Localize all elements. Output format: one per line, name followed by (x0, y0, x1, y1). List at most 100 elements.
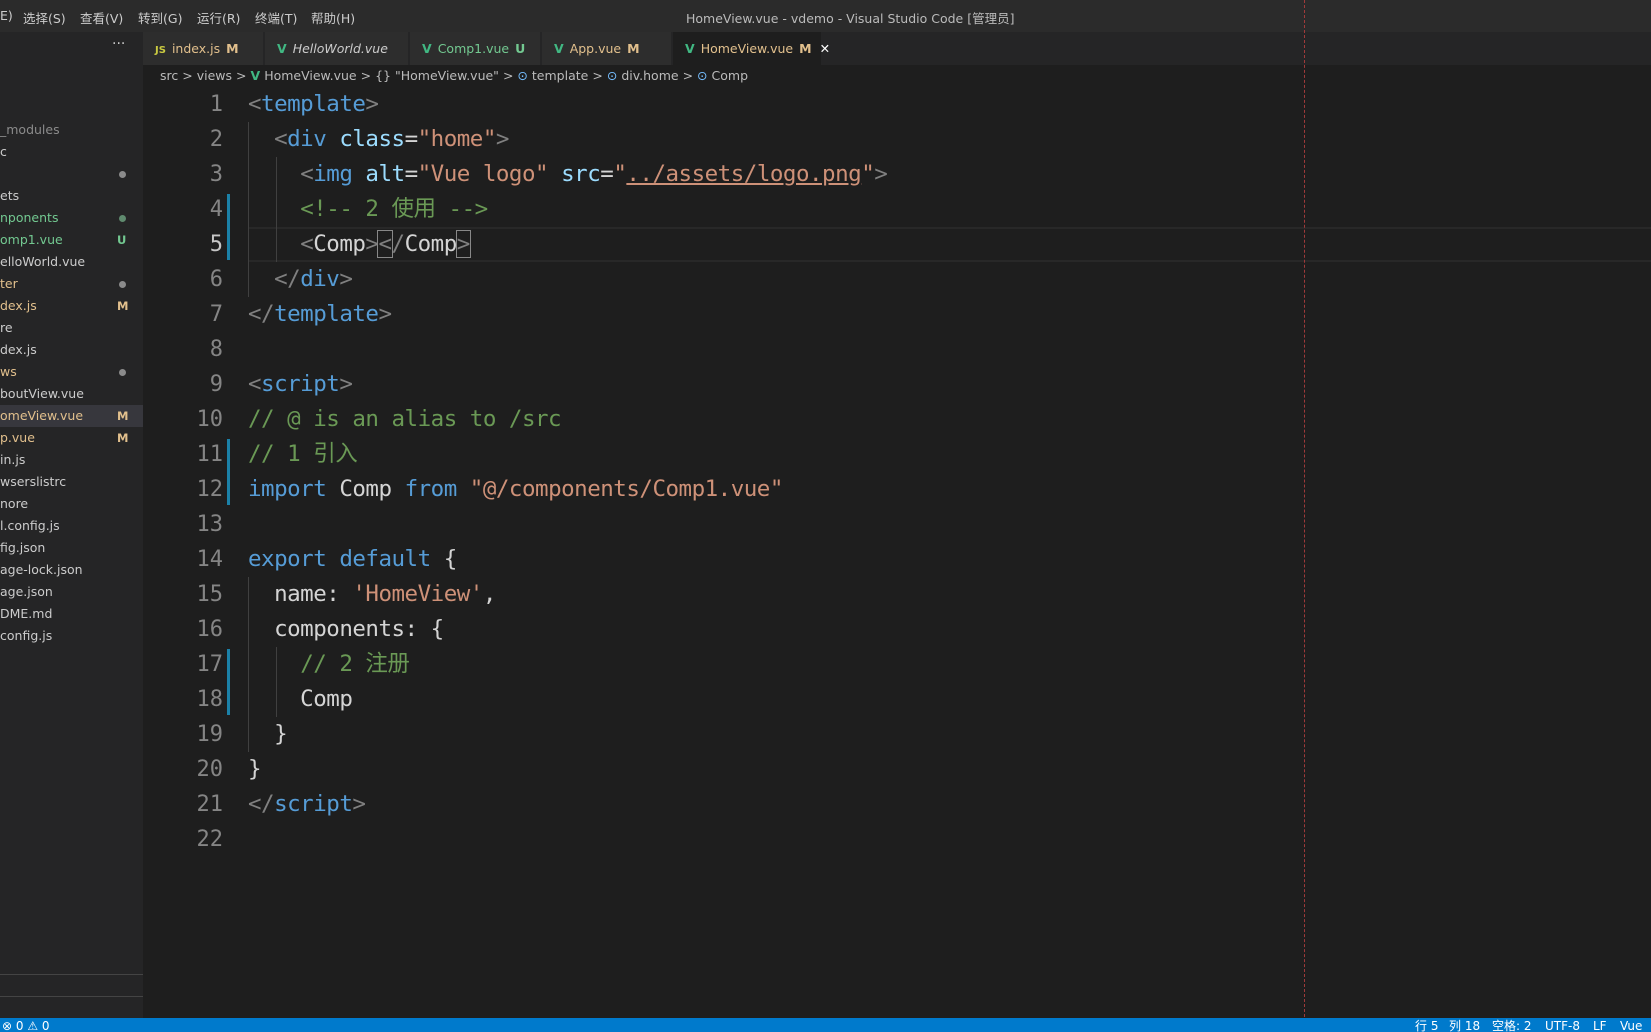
code-line[interactable]: } (248, 752, 262, 787)
breadcrumb-item[interactable]: HomeView.vue (264, 68, 356, 83)
file-tree-item[interactable]: l.config.js (0, 515, 143, 537)
menu-item[interactable]: 终端(T) (255, 8, 297, 27)
menu-item[interactable]: 转到(G) (138, 8, 182, 27)
eol[interactable]: LF (1593, 1018, 1607, 1032)
code-line[interactable]: Comp (248, 682, 353, 717)
code-line[interactable]: components: { (248, 612, 444, 647)
menu-item[interactable]: 查看(V) (80, 8, 123, 27)
file-tree-item[interactable]: elloWorld.vue (0, 251, 143, 273)
file-tree-item[interactable]: omp1.vue U (0, 229, 143, 251)
menu-item[interactable]: 选择(S) (23, 8, 66, 27)
problems-indicator[interactable]: ⊗ 0 ⚠ 0 (2, 1018, 50, 1032)
encoding[interactable]: UTF-8 (1545, 1018, 1580, 1032)
code-token: = (404, 126, 419, 152)
code-token: "Vue logo" (417, 161, 549, 187)
indent-spaces[interactable]: 空格: 2 (1492, 1018, 1532, 1032)
breadcrumb-item[interactable]: Comp (712, 68, 749, 83)
file-tree-item[interactable]: p.vue M (0, 427, 143, 449)
breadcrumb: src > views > V HomeView.vue >{} "HomeView.vue"… (160, 65, 752, 87)
code-line[interactable]: <!-- 2 使用 --> (248, 192, 488, 227)
code-token: import (248, 476, 327, 502)
code-line[interactable]: <template> (248, 87, 379, 122)
close-icon[interactable]: ✕ (820, 41, 830, 56)
code-token: } (248, 721, 288, 747)
menu-item[interactable]: 帮助(H) (311, 8, 355, 27)
menu-item[interactable]: 运行(R) (197, 8, 240, 27)
file-name: ws (0, 364, 17, 379)
code-line[interactable]: name: 'HomeView', (248, 577, 496, 612)
code-line[interactable]: <img alt="Vue logo" src="../assets/logo.… (248, 157, 888, 192)
tab-app-vue[interactable]: V App.vue M (542, 32, 671, 65)
code-token: template (274, 301, 379, 327)
file-tree-item[interactable]: ets (0, 185, 143, 207)
code-line[interactable]: <div class="home"> (248, 122, 509, 157)
code-line[interactable]: export default { (248, 542, 457, 577)
file-tree-item[interactable]: ws (0, 361, 143, 383)
breadcrumb-item[interactable]: div.home (621, 68, 678, 83)
code-token: </ (274, 266, 301, 292)
file-tree-item[interactable]: nore (0, 493, 143, 515)
code-line[interactable]: // 2 注册 (248, 647, 410, 682)
file-tree-item[interactable]: _modules (0, 119, 143, 141)
symbol-icon: ⊙ (606, 68, 618, 83)
line-number: 6 (209, 267, 223, 292)
code-token: script (274, 791, 353, 817)
tab-git-status: M (627, 41, 640, 56)
chevron-right-icon: > (682, 68, 694, 83)
language-mode[interactable]: Vue (1620, 1018, 1642, 1032)
file-tree-item[interactable]: fig.json (0, 537, 143, 559)
symbol-icon: ⊙ (697, 68, 708, 83)
file-name: _modules (0, 122, 60, 137)
file-tree-item[interactable]: age.json (0, 581, 143, 603)
file-tree-item[interactable] (0, 163, 143, 185)
file-tree-item[interactable]: boutView.vue (0, 383, 143, 405)
tab-homeview-vue[interactable]: V HomeView.vue M ✕ (673, 32, 830, 65)
file-tree-item[interactable]: c (0, 141, 143, 163)
code-line[interactable]: </div> (248, 262, 353, 297)
git-status-badge: U (117, 233, 127, 247)
code-line[interactable]: } (248, 717, 288, 752)
breadcrumb-item[interactable]: src (160, 68, 178, 83)
file-tree-item[interactable]: age-lock.json (0, 559, 143, 581)
file-tree-item[interactable]: ter (0, 273, 143, 295)
code-line[interactable]: </template> (248, 297, 392, 332)
more-actions-icon[interactable]: ··· (112, 36, 125, 52)
file-tree-item[interactable]: dex.js M (0, 295, 143, 317)
code-line[interactable]: // 1 引入 (248, 437, 358, 472)
tab-index-js[interactable]: JS index.js M (143, 32, 263, 65)
code-line[interactable]: <Comp></Comp> (248, 227, 471, 262)
breadcrumb-item[interactable]: "HomeView.vue" (395, 68, 499, 83)
file-tree-item[interactable]: DME.md (0, 603, 143, 625)
code-editor[interactable]: 1 <template> 2 <div class="home"> 3 <img al… (143, 87, 1651, 1018)
cursor-line[interactable]: 行 5 (1415, 1018, 1438, 1032)
cursor-column[interactable]: 列 18 (1449, 1018, 1480, 1032)
file-name: re (0, 320, 13, 335)
file-tree-item[interactable]: dex.js (0, 339, 143, 361)
file-tree-item[interactable]: in.js (0, 449, 143, 471)
tab-comp1-vue[interactable]: V Comp1.vue U (410, 32, 540, 65)
code-line[interactable]: import Comp from "@/components/Comp1.vue… (248, 472, 783, 507)
chevron-right-icon: > (592, 68, 603, 83)
file-tree-item[interactable]: config.js (0, 625, 143, 647)
menu-item[interactable]: E) (0, 8, 13, 23)
file-tree-item[interactable]: re (0, 317, 143, 339)
code-token: < (300, 231, 314, 257)
code-token: script (261, 371, 340, 397)
breadcrumb-item[interactable]: template (532, 68, 588, 83)
line-number: 15 (196, 582, 224, 607)
code-line[interactable]: // @ is an alias to /src (248, 402, 562, 437)
code-line[interactable]: <script> (248, 367, 353, 402)
line-number: 17 (196, 652, 224, 677)
file-name: age.json (0, 584, 53, 599)
breadcrumb-item[interactable]: views (197, 68, 232, 83)
tab-helloworld-vue[interactable]: V HelloWorld.vue (265, 32, 408, 65)
code-line[interactable]: </script> (248, 787, 366, 822)
file-tree-item[interactable]: nponents (0, 207, 143, 229)
file-tree-item[interactable]: wserslistrc (0, 471, 143, 493)
file-tree-item[interactable]: omeView.vue M (0, 405, 143, 427)
